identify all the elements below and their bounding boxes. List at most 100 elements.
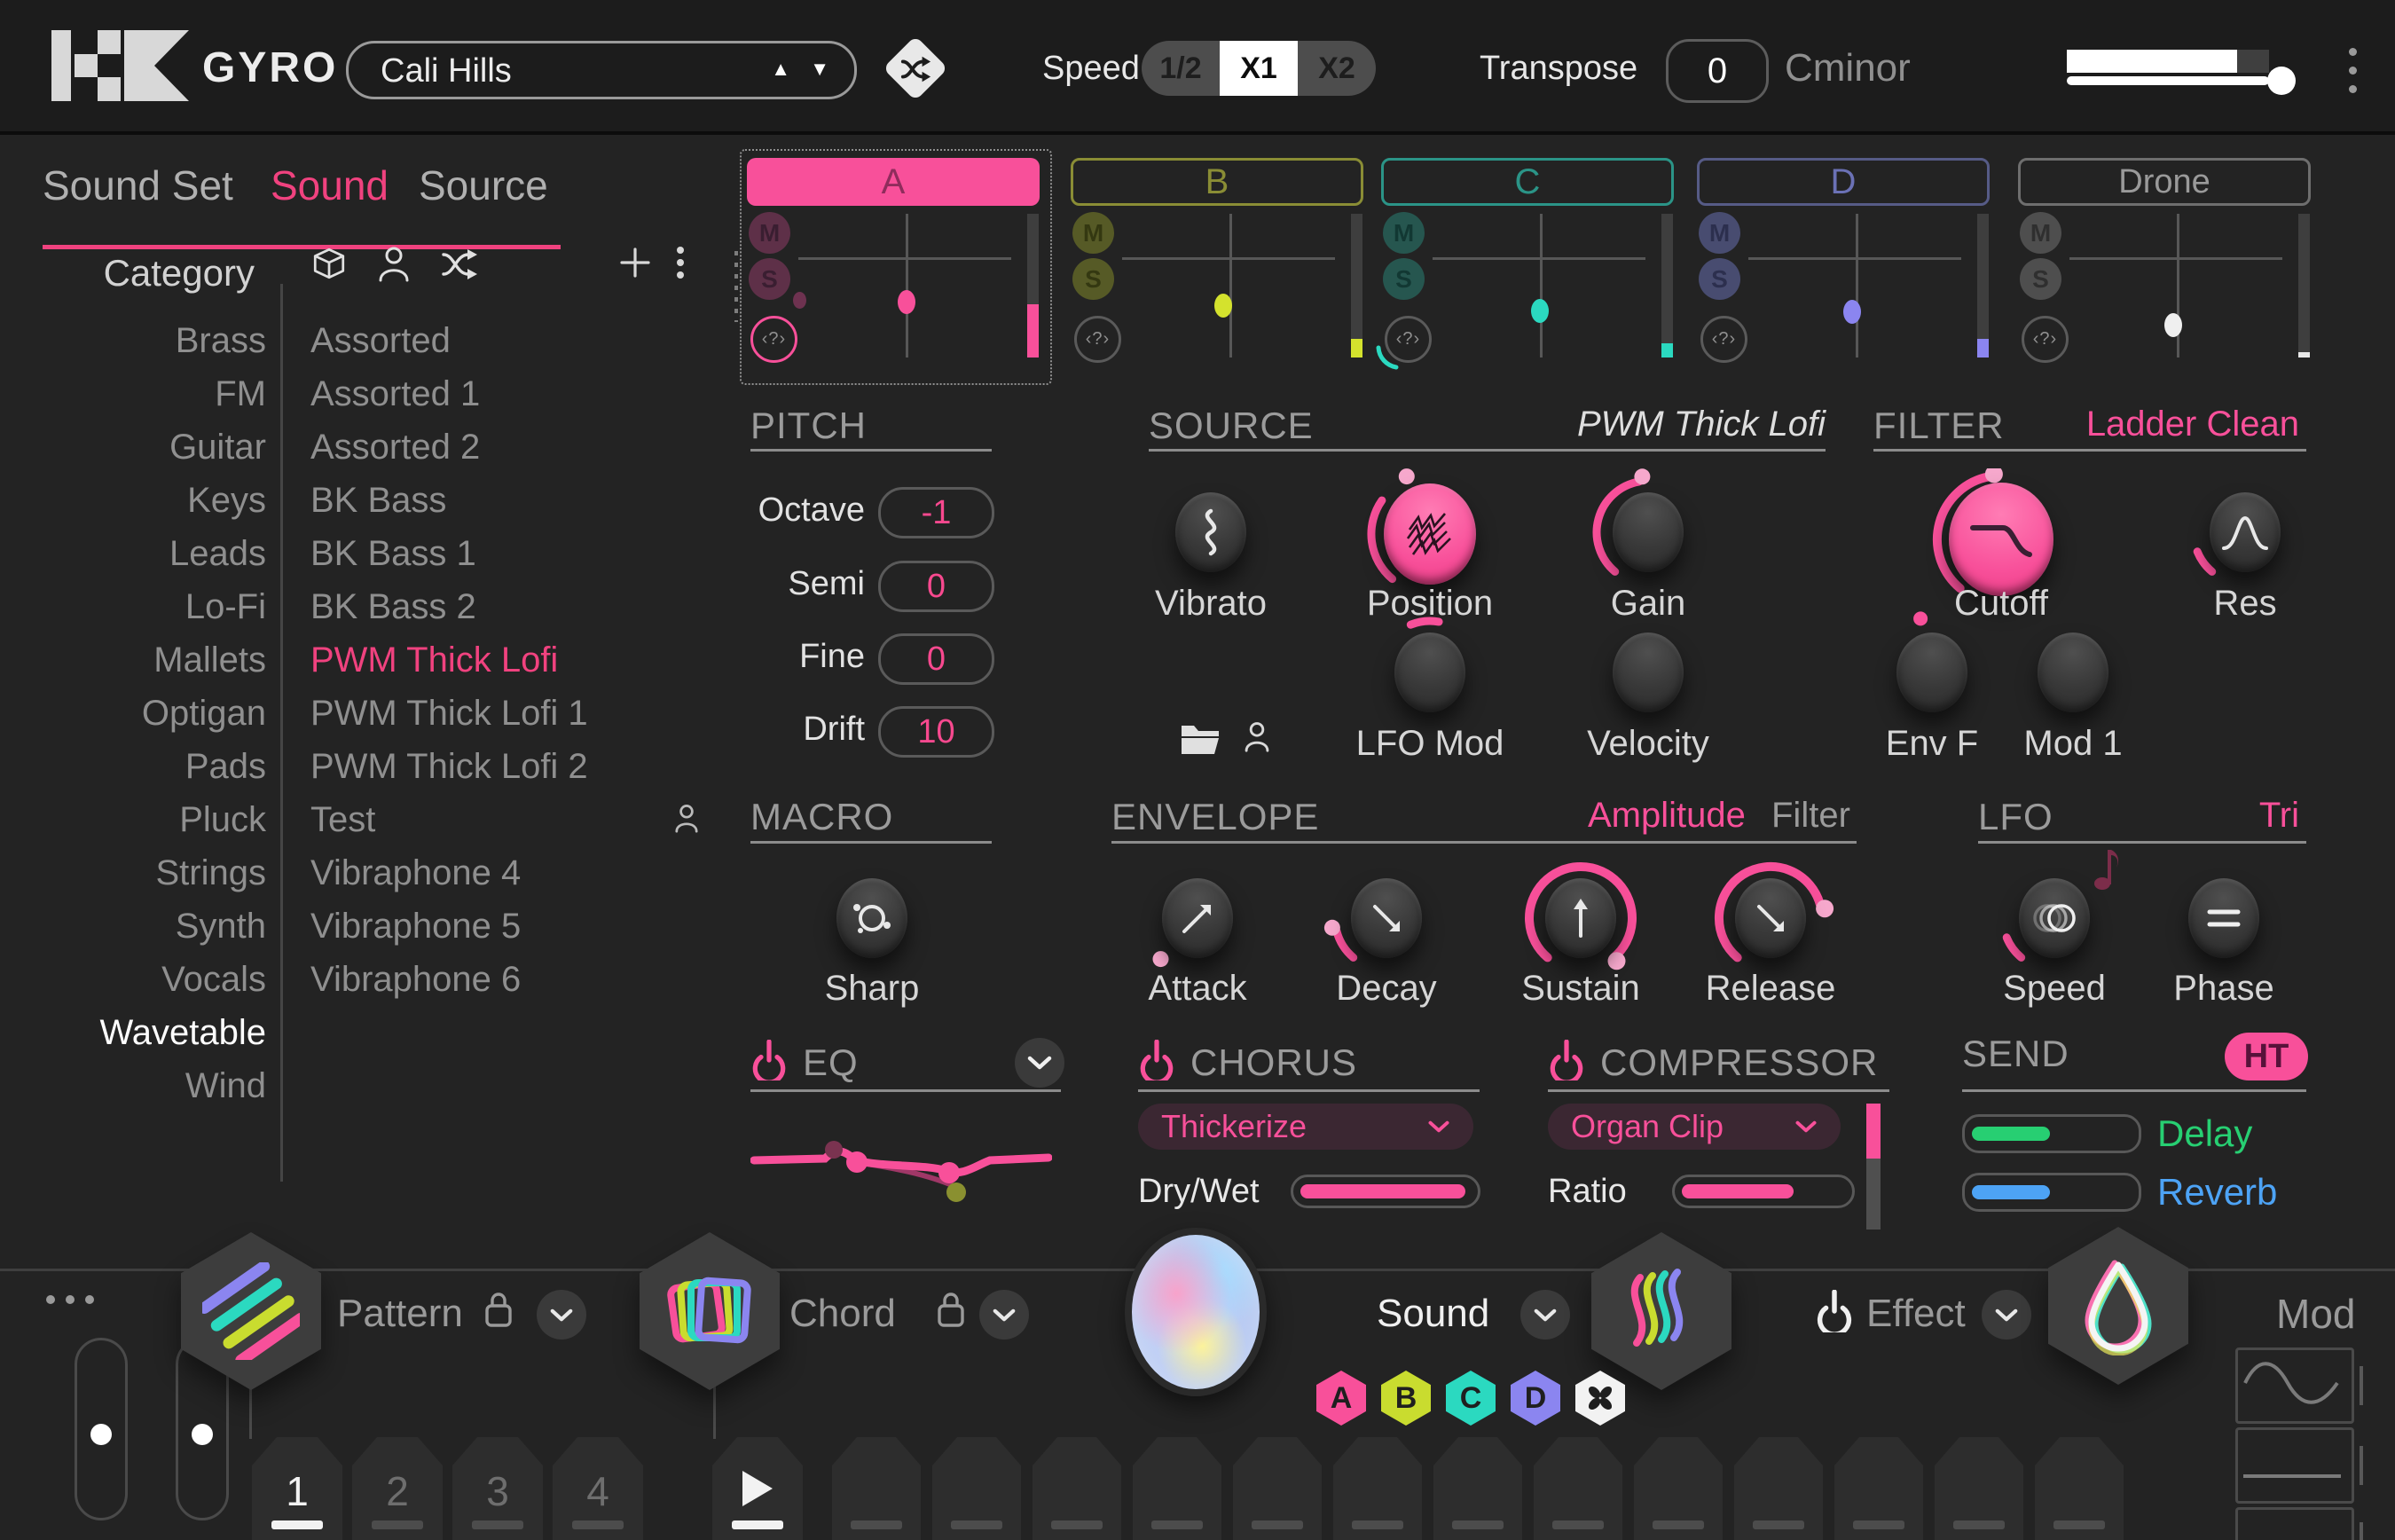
preset-up-arrow[interactable]: ▲ <box>771 58 790 81</box>
sharp-macro-knob[interactable] <box>836 878 907 958</box>
category-item[interactable]: Guitar <box>0 420 266 474</box>
track-a-solo-button[interactable]: S <box>749 258 790 300</box>
preset-item[interactable]: Test <box>310 793 701 846</box>
send-ht-badge[interactable]: HT <box>2225 1033 2308 1080</box>
category-item[interactable]: Vocals <box>0 953 266 1006</box>
volume-slider-handle[interactable] <box>2267 67 2296 95</box>
mod-slot-1-scrollbar[interactable] <box>2360 1366 2363 1405</box>
pad-key[interactable] <box>1634 1437 1723 1540</box>
preset-menu-icon[interactable] <box>677 247 684 279</box>
preset-item[interactable]: BK Bass 1 <box>310 527 701 580</box>
volume-slider[interactable] <box>2067 50 2237 73</box>
shuffle-presets-icon[interactable] <box>440 247 479 282</box>
category-item[interactable]: Optigan <box>0 687 266 740</box>
eq-expand-button[interactable] <box>1015 1038 1064 1088</box>
track-d-pad-dot[interactable] <box>1843 300 1861 324</box>
mod-slot-3-scrollbar[interactable] <box>2360 1522 2363 1540</box>
category-item[interactable]: Wind <box>0 1059 266 1112</box>
track-drone-mute-button[interactable]: M <box>2020 212 2061 254</box>
track-tab-b[interactable]: B <box>1071 158 1363 206</box>
fine-value[interactable]: 0 <box>878 633 994 685</box>
preset-item[interactable]: Assorted 1 <box>310 367 701 420</box>
phase-knob[interactable] <box>2188 878 2259 958</box>
category-item[interactable]: Lo-Fi <box>0 580 266 633</box>
preset-item[interactable]: PWM Thick Lofi 1 <box>310 687 701 740</box>
pad-key[interactable] <box>1734 1437 1823 1540</box>
reverb-send-slider[interactable] <box>1962 1173 2141 1212</box>
play-button[interactable] <box>712 1437 803 1540</box>
pad-key[interactable] <box>1935 1437 2023 1540</box>
cutoff-knob[interactable] <box>1949 483 2053 596</box>
category-item[interactable]: Strings <box>0 846 266 900</box>
position-knob[interactable] <box>1384 483 1476 585</box>
track-a-pad-dot[interactable] <box>898 290 915 314</box>
tab-sound[interactable]: Sound <box>271 161 389 209</box>
compressor-power-icon[interactable] <box>1548 1040 1585 1080</box>
pad-key[interactable] <box>832 1437 921 1540</box>
effect-hex-button[interactable] <box>2048 1227 2188 1385</box>
category-item[interactable]: Leads <box>0 527 266 580</box>
speed-option-half[interactable]: 1/2 <box>1142 41 1220 96</box>
chord-lock-icon[interactable] <box>936 1290 966 1329</box>
header-menu-button[interactable] <box>2349 48 2360 98</box>
lfo-mod-knob[interactable] <box>1394 632 1465 712</box>
pattern-expand-button[interactable] <box>537 1290 586 1340</box>
category-item-selected[interactable]: Wavetable <box>0 1006 266 1059</box>
pad-key[interactable] <box>1534 1437 1622 1540</box>
speed-option-x2[interactable]: X2 <box>1298 41 1376 96</box>
pad-key[interactable] <box>2035 1437 2124 1540</box>
factory-cube-icon[interactable] <box>310 245 348 282</box>
vibrato-knob[interactable] <box>1175 492 1246 572</box>
step-button-1[interactable]: 1 <box>252 1437 342 1540</box>
res-knob[interactable] <box>2210 492 2281 572</box>
sound-slot-a[interactable]: A <box>1316 1371 1366 1426</box>
category-item[interactable]: Pluck <box>0 793 266 846</box>
track-b-pad-dot[interactable] <box>1214 294 1232 318</box>
pad-key[interactable] <box>1433 1437 1522 1540</box>
chorus-preset-dropdown[interactable]: Thickerize <box>1138 1104 1473 1150</box>
effect-power-icon[interactable] <box>1815 1290 1854 1332</box>
hologram-orb[interactable] <box>1125 1228 1267 1396</box>
gain-knob[interactable] <box>1613 492 1684 572</box>
preset-item[interactable]: Assorted <box>310 314 701 367</box>
track-a-random-button[interactable]: ‹?› <box>750 316 797 363</box>
mod-slot-3[interactable] <box>2235 1507 2354 1540</box>
mod-slot-1[interactable] <box>2235 1348 2354 1424</box>
eq-curve[interactable] <box>750 1109 1052 1215</box>
eq-power-icon[interactable] <box>750 1040 788 1080</box>
preset-item-selected[interactable]: PWM Thick Lofi <box>310 633 701 687</box>
drywet-slider[interactable] <box>1291 1175 1480 1208</box>
chord-expand-button[interactable] <box>979 1290 1029 1340</box>
preset-item[interactable]: Assorted 2 <box>310 420 701 474</box>
preset-item[interactable]: BK Bass <box>310 474 701 527</box>
effect-expand-button[interactable] <box>1982 1290 2031 1340</box>
sound-expand-button[interactable] <box>1520 1290 1570 1340</box>
category-item[interactable]: Synth <box>0 900 266 953</box>
semi-value[interactable]: 0 <box>878 561 994 612</box>
track-b-solo-button[interactable]: S <box>1072 258 1114 300</box>
pad-key[interactable] <box>1333 1437 1422 1540</box>
preset-item[interactable]: Vibraphone 6 <box>310 953 701 1006</box>
speed-knob[interactable] <box>2019 878 2090 958</box>
delay-send-slider[interactable] <box>1962 1114 2141 1153</box>
category-item[interactable]: Pads <box>0 740 266 793</box>
source-sample-name[interactable]: PWM Thick Lofi <box>1577 405 1826 444</box>
decay-knob[interactable] <box>1351 878 1422 958</box>
lfo-shape[interactable]: Tri <box>2259 796 2299 836</box>
pitch-wheel[interactable] <box>75 1338 128 1520</box>
pad-key[interactable] <box>1133 1437 1221 1540</box>
step-button-3[interactable]: 3 <box>452 1437 543 1540</box>
category-item[interactable]: Mallets <box>0 633 266 687</box>
tab-source[interactable]: Source <box>419 161 548 209</box>
track-drone-pad-dot[interactable] <box>2164 313 2182 337</box>
pad-key[interactable] <box>1834 1437 1923 1540</box>
track-d-random-button[interactable]: ‹?› <box>1700 316 1747 363</box>
track-c-mute-button[interactable]: M <box>1383 212 1425 254</box>
track-d-solo-button[interactable]: S <box>1699 258 1740 300</box>
user-presets-icon[interactable] <box>376 245 412 282</box>
preset-item[interactable]: Vibraphone 5 <box>310 900 701 953</box>
attack-knob[interactable] <box>1162 878 1233 958</box>
step-button-2[interactable]: 2 <box>352 1437 443 1540</box>
track-tab-drone[interactable]: Drone <box>2018 158 2311 206</box>
track-tab-d[interactable]: D <box>1697 158 1990 206</box>
